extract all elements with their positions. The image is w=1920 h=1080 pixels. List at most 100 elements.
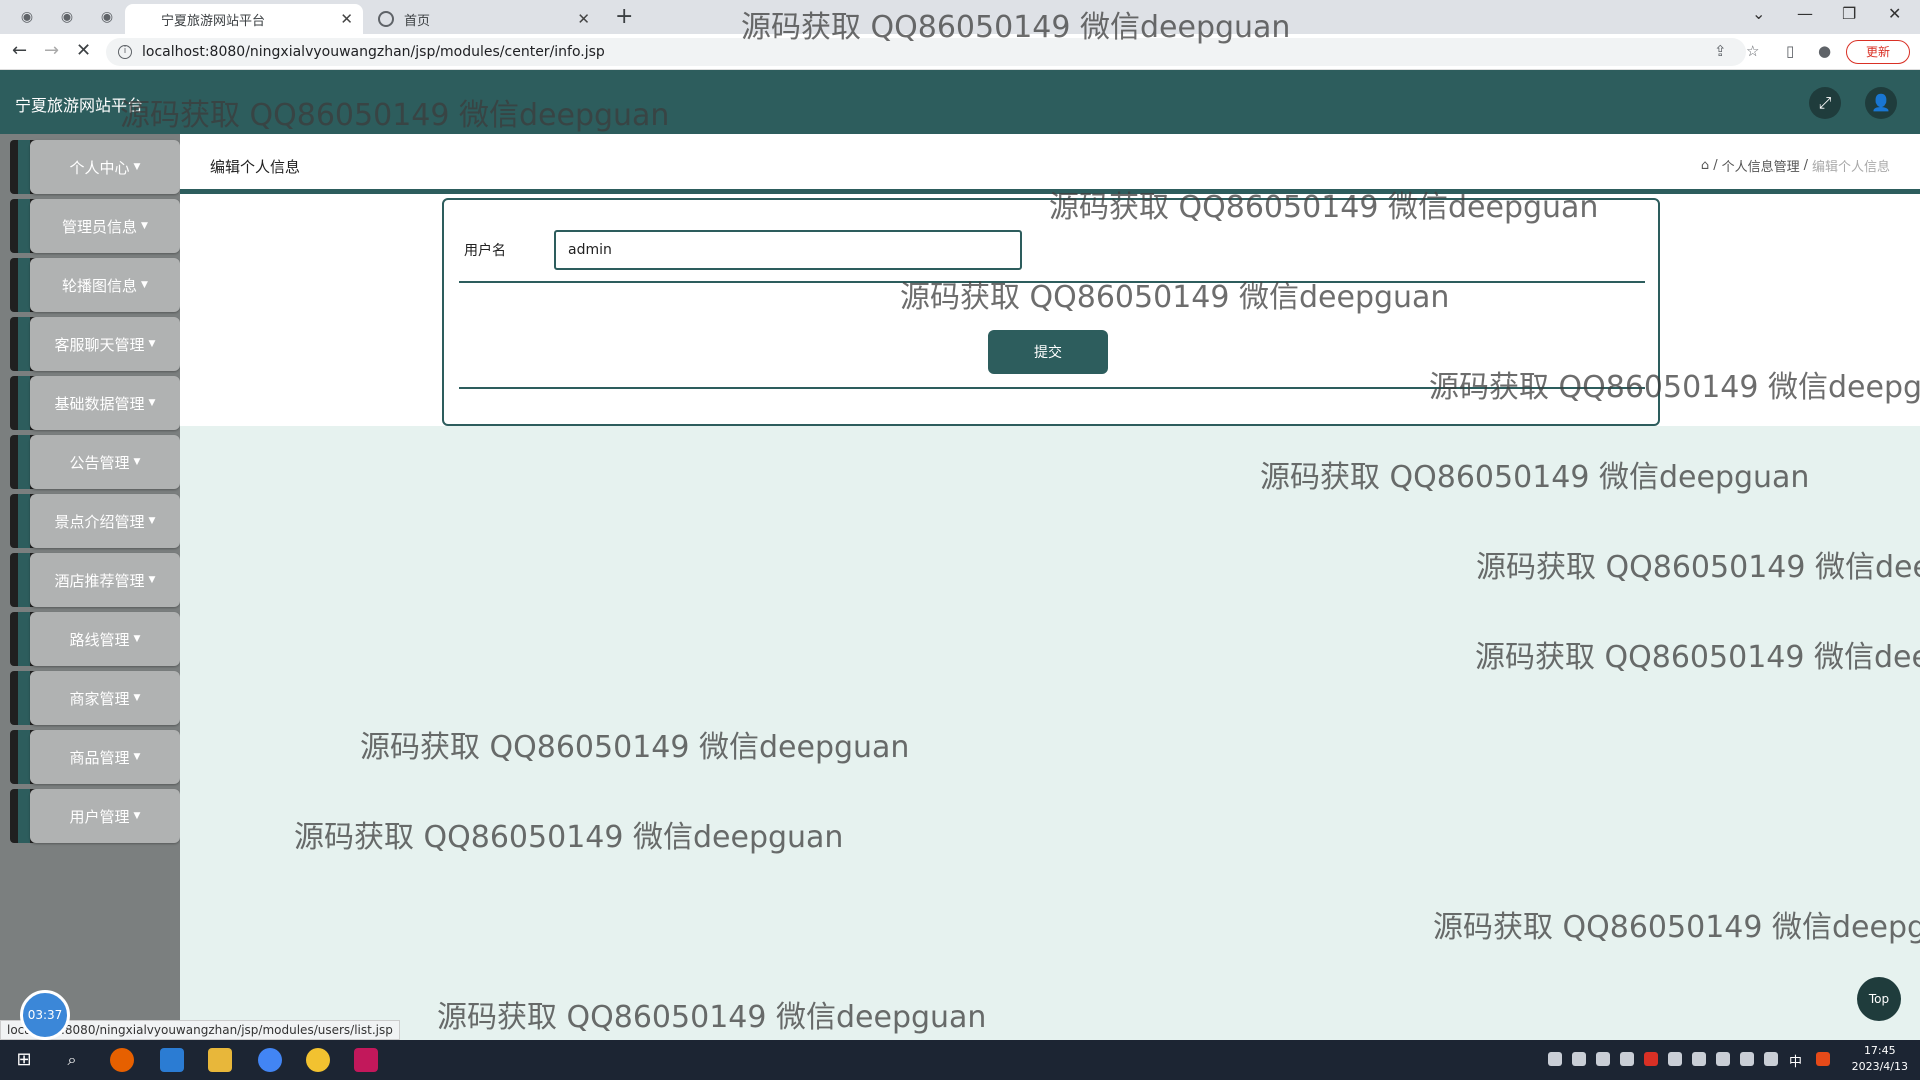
app-header: 宁夏旅游网站平台 ⤢ 👤 <box>0 70 1920 134</box>
sidebar-item[interactable]: 商家管理 ▼ <box>10 671 180 725</box>
restore-icon[interactable]: ❐ <box>1842 4 1856 23</box>
caret-down-icon: ▼ <box>133 811 141 821</box>
sidebar-item[interactable]: 用户管理 ▼ <box>10 789 180 843</box>
sidebar-item-button[interactable]: 轮播图信息 ▼ <box>30 258 180 312</box>
tray-icon[interactable] <box>1596 1052 1610 1066</box>
clock-date: 2023/4/13 <box>1851 1060 1908 1073</box>
username-label: 用户名 <box>464 243 506 259</box>
sidebar-item-button[interactable]: 管理员信息 ▼ <box>30 199 180 253</box>
sidebar-item[interactable]: 轮播图信息 ▼ <box>10 258 180 312</box>
sidebar-item-button[interactable]: 酒店推荐管理 ▼ <box>30 553 180 607</box>
sidebar-item[interactable]: 客服聊天管理 ▼ <box>10 317 180 371</box>
sidebar-item-button[interactable]: 商品管理 ▼ <box>30 730 180 784</box>
forward-icon[interactable]: → <box>44 40 59 61</box>
taskbar: ⊞ ⌕ 中 17:45 2023/4/13 <box>0 1040 1920 1080</box>
sidebar-item[interactable]: 景点介绍管理 ▼ <box>10 494 180 548</box>
bookmark-star-icon[interactable]: ☆ <box>1746 42 1759 60</box>
sidebar-item-button[interactable]: 商家管理 ▼ <box>30 671 180 725</box>
username-input[interactable] <box>554 230 1022 270</box>
stop-loading-icon[interactable]: ✕ <box>76 40 91 61</box>
sidebar-item-label: 个人中心 <box>69 158 130 177</box>
wifi-icon[interactable] <box>1740 1052 1754 1066</box>
app-icon[interactable] <box>306 1048 330 1072</box>
submit-button[interactable]: 提交 <box>988 330 1108 374</box>
close-tab-icon[interactable]: ✕ <box>340 10 353 28</box>
sidebar-item[interactable]: 公告管理 ▼ <box>10 435 180 489</box>
profile-icon[interactable]: ● <box>1818 42 1831 60</box>
edit-profile-form: 用户名 提交 <box>442 198 1660 426</box>
minimize-icon[interactable]: — <box>1797 4 1813 23</box>
tab-title: 宁夏旅游网站平台 <box>161 13 266 29</box>
sidebar-item-label: 商品管理 <box>69 748 130 767</box>
timer-badge[interactable]: 03:37 <box>20 990 70 1040</box>
tray-icon[interactable] <box>1572 1052 1586 1066</box>
sidebar-item-accent <box>18 199 30 253</box>
new-tab-icon[interactable]: + <box>615 4 633 29</box>
tab-active[interactable]: 宁夏旅游网站平台 ✕ <box>125 4 363 34</box>
url-field[interactable]: i localhost:8080/ningxialvyouwangzhan/js… <box>106 38 1746 66</box>
sidebar-item-label: 轮播图信息 <box>62 276 138 295</box>
caret-down-icon: ▼ <box>148 398 156 408</box>
sidebar-item[interactable]: 商品管理 ▼ <box>10 730 180 784</box>
pinned-tab-icon[interactable]: ◉ <box>15 5 39 29</box>
fullscreen-icon[interactable]: ⤢ <box>1809 87 1841 119</box>
sidebar-item[interactable]: 个人中心 ▼ <box>10 140 180 194</box>
close-tab-icon[interactable]: ✕ <box>577 10 590 28</box>
tray-icon[interactable] <box>1692 1052 1706 1066</box>
tray-icon[interactable] <box>1644 1052 1658 1066</box>
sidebar-item[interactable]: 管理员信息 ▼ <box>10 199 180 253</box>
sidebar-item-button[interactable]: 个人中心 ▼ <box>30 140 180 194</box>
tab-home[interactable]: 首页 ✕ <box>368 4 600 34</box>
sidebar-item-label: 管理员信息 <box>62 217 138 236</box>
system-clock[interactable]: 17:45 2023/4/13 <box>1852 1043 1908 1075</box>
page-header-bar: 编辑个人信息 ⌂ / 个人信息管理 / 编辑个人信息 <box>180 134 1920 194</box>
sidebar-item-label: 客服聊天管理 <box>54 335 145 354</box>
sidebar-item[interactable]: 路线管理 ▼ <box>10 612 180 666</box>
site-info-icon[interactable]: i <box>118 45 132 59</box>
sidebar-item-accent <box>18 317 30 371</box>
sidebar-item-button[interactable]: 用户管理 ▼ <box>30 789 180 843</box>
sidebar-item-accent <box>18 730 30 784</box>
volume-icon[interactable] <box>1764 1052 1778 1066</box>
sidebar-item-button[interactable]: 基础数据管理 ▼ <box>30 376 180 430</box>
back-icon[interactable]: ← <box>12 40 27 61</box>
sidebar-item-button[interactable]: 公告管理 ▼ <box>30 435 180 489</box>
breadcrumb-item[interactable]: 个人信息管理 <box>1722 156 1800 175</box>
tray-icon[interactable] <box>1620 1052 1634 1066</box>
tray-icon[interactable] <box>1816 1052 1830 1066</box>
sidebar-item-label: 商家管理 <box>69 689 130 708</box>
sidebar-item-button[interactable]: 路线管理 ▼ <box>30 612 180 666</box>
sidebar-item-button[interactable]: 客服聊天管理 ▼ <box>30 317 180 371</box>
intellij-icon[interactable] <box>354 1048 378 1072</box>
tab-search-icon[interactable]: ⌄ <box>1752 4 1765 23</box>
sidebar-item-label: 用户管理 <box>69 807 130 826</box>
battery-icon[interactable] <box>1716 1052 1730 1066</box>
caret-down-icon: ▼ <box>133 752 141 762</box>
tray-icon[interactable] <box>1548 1052 1562 1066</box>
sidebar-item-accent <box>18 376 30 430</box>
back-to-top-button[interactable]: Top <box>1857 977 1901 1021</box>
sidebar-item-accent <box>18 671 30 725</box>
vscode-icon[interactable] <box>160 1048 184 1072</box>
side-panel-icon[interactable]: ▯ <box>1786 42 1794 60</box>
close-window-icon[interactable]: ✕ <box>1888 4 1901 23</box>
search-icon[interactable]: ⌕ <box>60 1048 84 1072</box>
sidebar-item[interactable]: 酒店推荐管理 ▼ <box>10 553 180 607</box>
pinned-tab-icon[interactable]: ◉ <box>95 5 119 29</box>
pinned-tab-icon[interactable]: ◉ <box>55 5 79 29</box>
caret-down-icon: ▼ <box>148 575 156 585</box>
home-icon[interactable]: ⌂ <box>1701 158 1709 173</box>
file-explorer-icon[interactable] <box>208 1048 232 1072</box>
caret-down-icon: ▼ <box>133 162 141 172</box>
update-button[interactable]: 更新 <box>1846 40 1910 64</box>
share-icon[interactable]: ⇪ <box>1714 42 1727 60</box>
firefox-icon[interactable] <box>110 1048 134 1072</box>
chrome-icon[interactable] <box>258 1048 282 1072</box>
sidebar-item-button[interactable]: 景点介绍管理 ▼ <box>30 494 180 548</box>
sidebar-item[interactable]: 基础数据管理 ▼ <box>10 376 180 430</box>
ime-indicator[interactable]: 中 <box>1789 1051 1802 1070</box>
url-text: localhost:8080/ningxialvyouwangzhan/jsp/… <box>142 44 605 60</box>
windows-start-icon[interactable]: ⊞ <box>12 1048 36 1072</box>
user-avatar-icon[interactable]: 👤 <box>1865 87 1897 119</box>
tray-icon[interactable] <box>1668 1052 1682 1066</box>
